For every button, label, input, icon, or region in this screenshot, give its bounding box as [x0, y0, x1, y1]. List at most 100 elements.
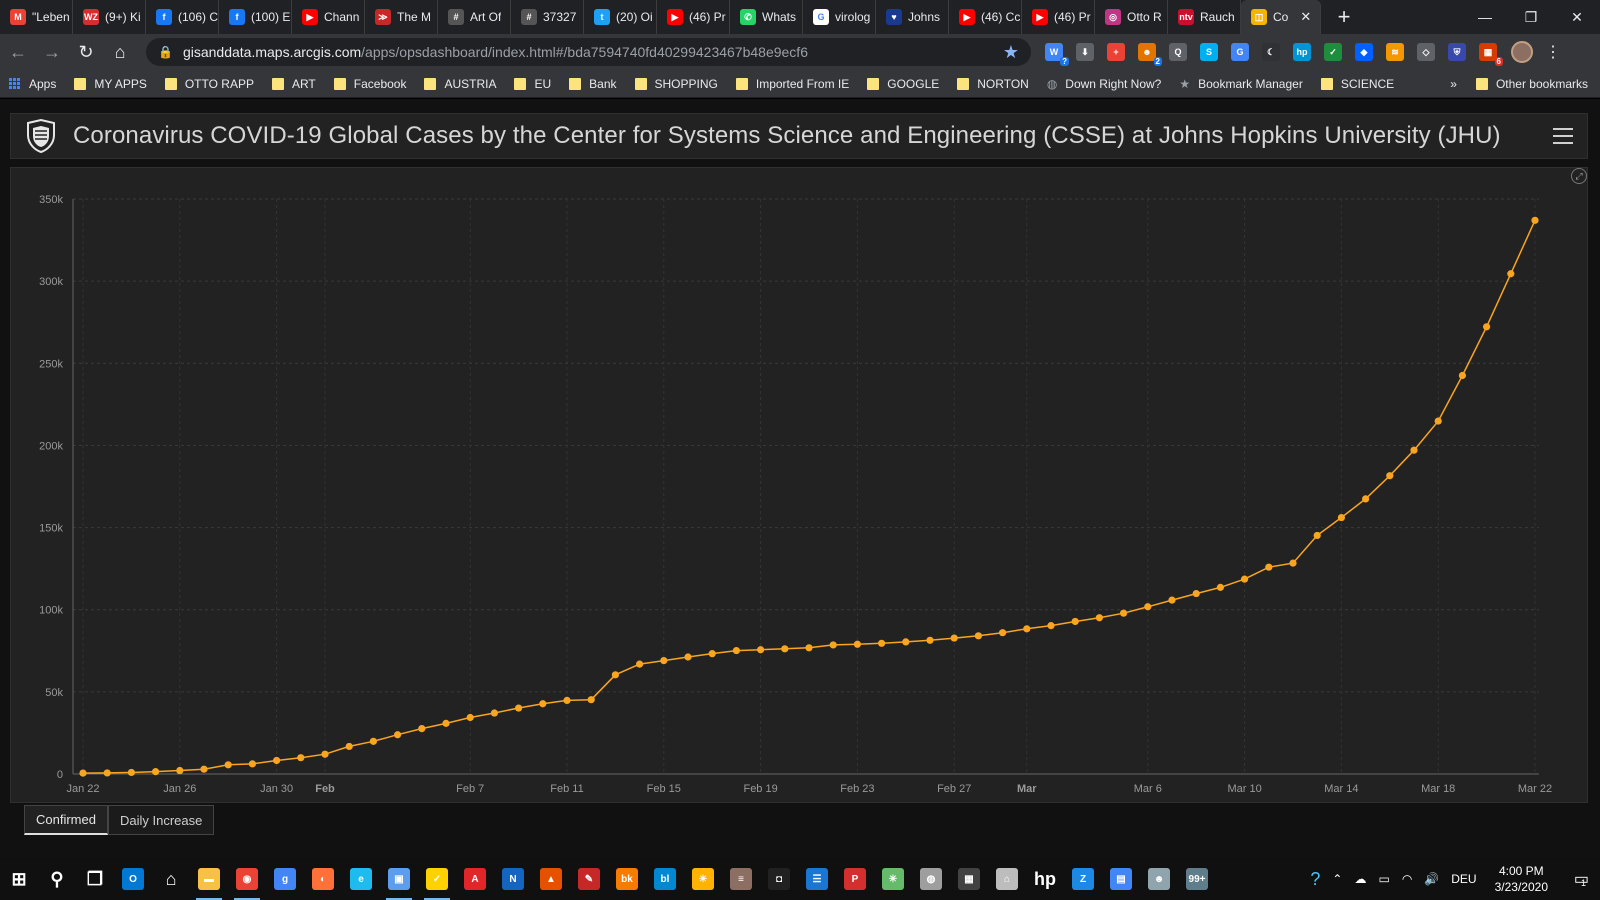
skype-ext-icon[interactable]: S [1200, 43, 1218, 61]
address-bar[interactable]: 🔒 gisanddata.maps.arcgis.com /apps/opsda… [146, 38, 1031, 66]
bookmark-item[interactable]: ART [263, 77, 325, 91]
profile-avatar[interactable] [1511, 41, 1533, 63]
browser-tab[interactable]: t (20) Oi [584, 0, 657, 34]
bookmark-item[interactable]: Imported From IE [727, 77, 858, 91]
minimize-button[interactable]: — [1462, 0, 1508, 34]
app-z-icon[interactable]: Z [1064, 858, 1102, 900]
bookmark-item[interactable]: Apps [0, 77, 65, 91]
browser-tab[interactable]: Gvirolog [803, 0, 876, 34]
hp-ext-icon[interactable]: hp [1293, 43, 1311, 61]
office-ext-icon[interactable]: ▦ 6 [1479, 43, 1503, 66]
tab-confirmed[interactable]: Confirmed [24, 805, 108, 835]
browser-tab[interactable]: ♥ Johns [876, 0, 949, 34]
dropbox-ext-icon[interactable]: ◆ [1355, 43, 1373, 61]
ie-icon[interactable]: e [342, 858, 380, 900]
browser-tab[interactable]: ✆ Whats [730, 0, 803, 34]
app-badge-icon[interactable]: 99+ [1178, 858, 1216, 900]
back-button[interactable]: ← [2, 36, 34, 68]
photos-icon[interactable]: ▣ [380, 858, 418, 900]
bookmark-item[interactable]: SCIENCE [1312, 77, 1403, 91]
booksmart-icon[interactable]: bk [608, 858, 646, 900]
wifi-icon[interactable]: ◠ [1396, 872, 1418, 886]
browser-tab[interactable]: # Art Of [438, 0, 511, 34]
translate-ext-icon[interactable]: W? [1045, 43, 1069, 66]
close-window-button[interactable]: ✕ [1554, 0, 1600, 34]
bookmark-item[interactable]: MY APPS [65, 77, 155, 91]
google-search-icon[interactable]: g [266, 858, 304, 900]
outlook-icon[interactable]: O [114, 858, 152, 900]
plus-ext-icon[interactable]: + [1107, 43, 1125, 61]
blurb-icon[interactable]: bl [646, 858, 684, 900]
app-globe-icon[interactable]: ◍ [912, 858, 950, 900]
home-icon[interactable]: ⌂ [152, 858, 190, 900]
notifications-icon[interactable]: ▭ 1 [1560, 869, 1600, 889]
browser-tab[interactable]: ◎ Otto R [1095, 0, 1168, 34]
app-hat-icon[interactable]: ⌂ [988, 858, 1026, 900]
browser-tab[interactable]: f (106) C [146, 0, 219, 34]
clock[interactable]: 4:00 PM 3/23/2020 [1483, 863, 1560, 895]
bookmarks-overflow-button[interactable]: » [1440, 77, 1467, 91]
moon-ext-icon[interactable]: ☾ [1262, 43, 1280, 61]
browser-menu-icon[interactable]: ⋮ [1545, 42, 1561, 62]
browser-tab[interactable]: WZ (9+) Ki [73, 0, 146, 34]
language-indicator[interactable]: DEU [1445, 872, 1482, 886]
start-icon[interactable]: ⊞ [0, 858, 38, 900]
file-explorer-icon[interactable]: ▬ [190, 858, 228, 900]
app-red-icon[interactable]: ✎ [570, 858, 608, 900]
restore-button[interactable]: ❐ [1508, 0, 1554, 34]
close-tab-icon[interactable]: ✕ [1300, 9, 1311, 25]
bookmark-item[interactable]: ◍ Down Right Now? [1038, 77, 1171, 91]
app-blue-icon[interactable]: N [494, 858, 532, 900]
norton-icon[interactable]: ✓ [418, 858, 456, 900]
new-tab-button[interactable]: + [1329, 0, 1359, 34]
task-view-icon[interactable]: ❐ [76, 858, 114, 900]
battery-icon[interactable]: ▭ [1372, 872, 1395, 886]
bookmark-item[interactable]: EU [505, 77, 560, 91]
tray-expand-icon[interactable]: ⌃ [1326, 872, 1348, 886]
browser-tab[interactable]: ≫ The M [365, 0, 438, 34]
bookmark-item[interactable]: ★ Bookmark Manager [1170, 77, 1311, 91]
bookmark-star-icon[interactable]: ★ [1003, 42, 1019, 63]
browser-tab[interactable]: ▶ (46) Cc [949, 0, 1022, 34]
bookmark-item[interactable]: OTTO RAPP [156, 77, 263, 91]
browser-tab[interactable]: #37327 [511, 0, 584, 34]
bookmark-item[interactable]: SHOPPING [626, 77, 727, 91]
chrome-icon[interactable]: ◉ [228, 858, 266, 900]
camera-app-icon[interactable]: ◘ [760, 858, 798, 900]
app-stripe-icon[interactable]: ≡ [722, 858, 760, 900]
browser-tab[interactable]: ntv Rauch [1168, 0, 1241, 34]
calculator-icon[interactable]: ▦ [950, 858, 988, 900]
browser-tab[interactable]: ▶ Chann [292, 0, 365, 34]
home-button[interactable]: ⌂ [104, 36, 136, 68]
help-icon[interactable]: ? [1304, 869, 1326, 890]
check-ext-icon[interactable]: ✓ [1324, 43, 1342, 61]
other-bookmarks[interactable]: Other bookmarks [1467, 77, 1600, 91]
browser-tab[interactable]: ▶ (46) Pr [1022, 0, 1095, 34]
hp-app-icon[interactable]: hp [1026, 858, 1064, 900]
app-orange-icon[interactable]: ▲ [532, 858, 570, 900]
bookmark-item[interactable]: NORTON [948, 77, 1038, 91]
search-ext-icon[interactable]: Q [1169, 43, 1187, 61]
firefox-icon[interactable]: ◐ [304, 858, 342, 900]
rss-ext-icon[interactable]: ≋ [1386, 43, 1404, 61]
gtranslate-ext-icon[interactable]: G [1231, 43, 1249, 61]
search-icon[interactable]: ⚲ [38, 858, 76, 900]
pdf-icon[interactable]: P [836, 858, 874, 900]
diamond-ext-icon[interactable]: ◇ [1417, 43, 1435, 61]
browser-tab[interactable]: M "Leben [0, 0, 73, 34]
browser-tab[interactable]: f (100) E [219, 0, 292, 34]
download-ext-icon[interactable]: ⬇ [1076, 43, 1094, 61]
app-people-icon[interactable]: ☻ [1140, 858, 1178, 900]
expand-panel-icon[interactable]: ⤢ [1571, 168, 1587, 184]
volume-icon[interactable]: 🔊 [1418, 872, 1445, 886]
tab-daily-increase[interactable]: Daily Increase [107, 805, 215, 835]
menu-icon[interactable] [1553, 128, 1573, 144]
people-ext-icon[interactable]: ☻ 2 [1138, 43, 1162, 66]
shield-ext-icon[interactable]: ⛨ [1448, 43, 1466, 61]
forward-button[interactable]: → [36, 36, 68, 68]
onedrive-icon[interactable]: ☁ [1348, 872, 1372, 886]
bookmark-item[interactable]: Facebook [325, 77, 416, 91]
store-icon[interactable]: ▤ [1102, 858, 1140, 900]
browser-tab[interactable]: ▶ (46) Pr [657, 0, 730, 34]
bookmark-item[interactable]: GOOGLE [858, 77, 948, 91]
